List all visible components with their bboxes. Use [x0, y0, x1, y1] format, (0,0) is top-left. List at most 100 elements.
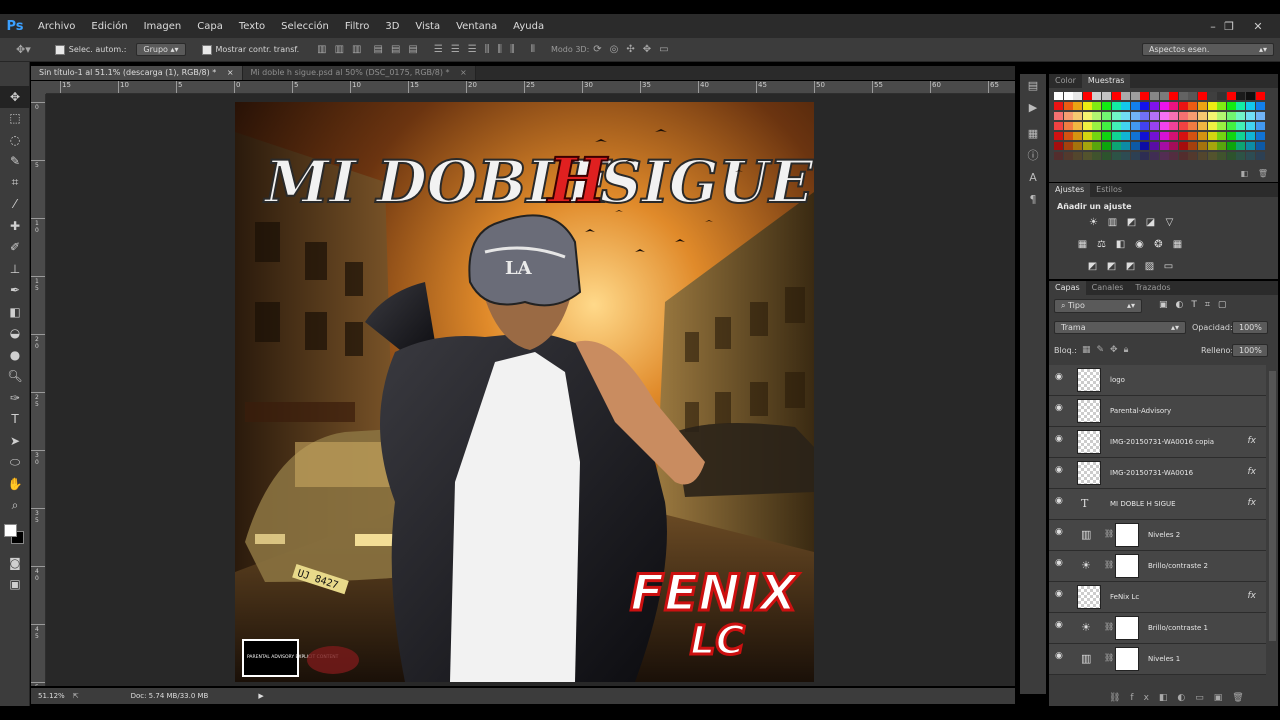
menu-edición[interactable]: Edición — [83, 21, 135, 32]
color-swatch[interactable] — [1236, 132, 1246, 140]
paint-bucket-tool-icon[interactable]: ◒ — [0, 323, 30, 345]
distribute-left-icon[interactable]: ⫼ — [485, 44, 490, 55]
ruler-corner[interactable] — [31, 81, 46, 94]
exposure-icon[interactable]: ◪ — [1141, 214, 1160, 230]
color-swatch[interactable] — [1217, 152, 1227, 160]
align-hcenter-icon[interactable]: ▤ — [391, 44, 400, 55]
color-swatch[interactable] — [1082, 122, 1092, 130]
align-left-icon[interactable]: ▤ — [374, 44, 383, 55]
color-swatch[interactable] — [1188, 102, 1198, 110]
color-swatch[interactable] — [1169, 122, 1179, 130]
color-swatch[interactable] — [1082, 112, 1092, 120]
color-swatch[interactable] — [1188, 92, 1198, 100]
scale-3d-icon[interactable]: ▭ — [659, 44, 668, 55]
move-tool-icon[interactable]: ✥▾ — [16, 43, 31, 56]
color-swatch[interactable] — [1054, 132, 1063, 140]
menu-selección[interactable]: Selección — [273, 21, 337, 32]
color-swatch[interactable] — [1063, 92, 1073, 100]
color-swatch[interactable] — [1255, 102, 1265, 110]
color-swatch[interactable] — [1217, 142, 1227, 150]
color-swatch[interactable] — [1226, 102, 1236, 110]
layer-mask-thumbnail[interactable] — [1115, 616, 1139, 640]
crop-tool-icon[interactable]: ⌗ — [0, 172, 30, 194]
color-swatch[interactable] — [1130, 122, 1140, 130]
color-swatch[interactable] — [1082, 132, 1092, 140]
color-swatch[interactable] — [1102, 132, 1111, 140]
brightness-contrast-icon[interactable]: ☀ — [1084, 214, 1103, 230]
color-swatch[interactable] — [1150, 102, 1159, 110]
lock-icons[interactable]: ▦✎✥🔒︎ — [1082, 345, 1134, 355]
color-swatch[interactable] — [1121, 92, 1131, 100]
layer-row[interactable]: ◉ ▥ ⛓ Niveles 2 — [1049, 520, 1266, 551]
color-swatch[interactable] — [1150, 142, 1159, 150]
distribute-top-icon[interactable]: ☰ — [434, 44, 443, 55]
color-swatch[interactable] — [1207, 92, 1217, 100]
color-swatch[interactable] — [1198, 112, 1207, 120]
layer-mask-thumbnail[interactable] — [1115, 523, 1139, 547]
layer-row[interactable]: ◉ IMG-20150731-WA0016 fx — [1049, 458, 1266, 489]
distribute-vcenter-icon[interactable]: ☰ — [451, 44, 460, 55]
color-swatch[interactable] — [1255, 132, 1265, 140]
color-swatch[interactable] — [1226, 152, 1236, 160]
fx-icon[interactable]: fx — [1248, 467, 1257, 477]
color-swatch[interactable] — [1188, 142, 1198, 150]
color-swatch[interactable] — [1255, 112, 1265, 120]
color-swatch[interactable] — [1054, 112, 1063, 120]
color-swatch[interactable] — [1092, 112, 1102, 120]
color-swatch[interactable] — [1246, 132, 1255, 140]
menu-filtro[interactable]: Filtro — [337, 21, 378, 32]
foreground-color[interactable] — [4, 524, 17, 537]
visibility-eye-icon[interactable]: ◉ — [1055, 651, 1063, 661]
visibility-eye-icon[interactable]: ◉ — [1055, 620, 1063, 630]
menu-ventana[interactable]: Ventana — [448, 21, 505, 32]
tab-color[interactable]: Color — [1049, 74, 1082, 88]
color-balance-icon[interactable]: ⚖ — [1092, 236, 1111, 252]
color-swatch[interactable] — [1198, 132, 1207, 140]
color-swatch[interactable] — [1178, 102, 1188, 110]
color-swatch[interactable] — [1198, 92, 1207, 100]
color-swatch[interactable] — [1236, 122, 1246, 130]
color-swatch[interactable] — [1102, 142, 1111, 150]
color-swatch[interactable] — [1159, 142, 1169, 150]
color-swatch[interactable] — [1121, 122, 1131, 130]
menu-capa[interactable]: Capa — [189, 21, 231, 32]
zoom-level[interactable]: 51.12% — [38, 692, 65, 700]
color-swatch[interactable] — [1082, 152, 1092, 160]
slide-3d-icon[interactable]: ✥ — [643, 44, 651, 55]
layer-row[interactable]: ◉ ▥ ⛓ Niveles 1 — [1049, 644, 1266, 675]
color-swatch[interactable] — [1198, 142, 1207, 150]
doc-tab-1[interactable]: Sin título-1 al 51.1% (descarga (1), RGB… — [31, 66, 243, 80]
color-swatch[interactable] — [1130, 102, 1140, 110]
color-swatch[interactable] — [1207, 142, 1217, 150]
color-swatch[interactable] — [1188, 112, 1198, 120]
color-swatch[interactable] — [1121, 112, 1131, 120]
color-swatch[interactable] — [1188, 152, 1198, 160]
color-swatch[interactable] — [1111, 102, 1121, 110]
visibility-eye-icon[interactable]: ◉ — [1055, 465, 1063, 475]
ellipse-tool-icon[interactable]: ⬭ — [0, 452, 30, 474]
color-swatch[interactable] — [1169, 92, 1179, 100]
path-select-tool-icon[interactable]: ➤ — [0, 430, 30, 452]
curves-icon[interactable]: ◩ — [1122, 214, 1141, 230]
color-swatch[interactable] — [1092, 92, 1102, 100]
color-swatch[interactable] — [1063, 122, 1073, 130]
close-window-button[interactable]: ✕ — [1245, 14, 1271, 38]
menu-imagen[interactable]: Imagen — [136, 21, 190, 32]
color-swatch[interactable] — [1226, 132, 1236, 140]
healing-brush-tool-icon[interactable]: ✚ — [0, 215, 30, 237]
color-swatch[interactable] — [1169, 152, 1179, 160]
align-top-icon[interactable]: ▥ — [317, 44, 326, 55]
color-swatch[interactable] — [1236, 112, 1246, 120]
color-swatch[interactable] — [1246, 92, 1255, 100]
quick-select-tool-icon[interactable]: ✎ — [0, 151, 30, 173]
color-swatch[interactable] — [1092, 102, 1102, 110]
history-brush-tool-icon[interactable]: ✒ — [0, 280, 30, 302]
color-swatch[interactable] — [1150, 92, 1159, 100]
eraser-tool-icon[interactable]: ◧ — [0, 301, 30, 323]
link-icon[interactable]: ⛓ — [1104, 529, 1114, 538]
color-swatch[interactable] — [1178, 92, 1188, 100]
distribute-right-icon[interactable]: ⫼ — [510, 44, 515, 55]
character-icon[interactable]: A — [1020, 166, 1046, 188]
orbit-3d-icon[interactable]: ⟳ — [593, 44, 601, 55]
layer-row[interactable]: ◉ FeNix Lc fx — [1049, 582, 1266, 613]
